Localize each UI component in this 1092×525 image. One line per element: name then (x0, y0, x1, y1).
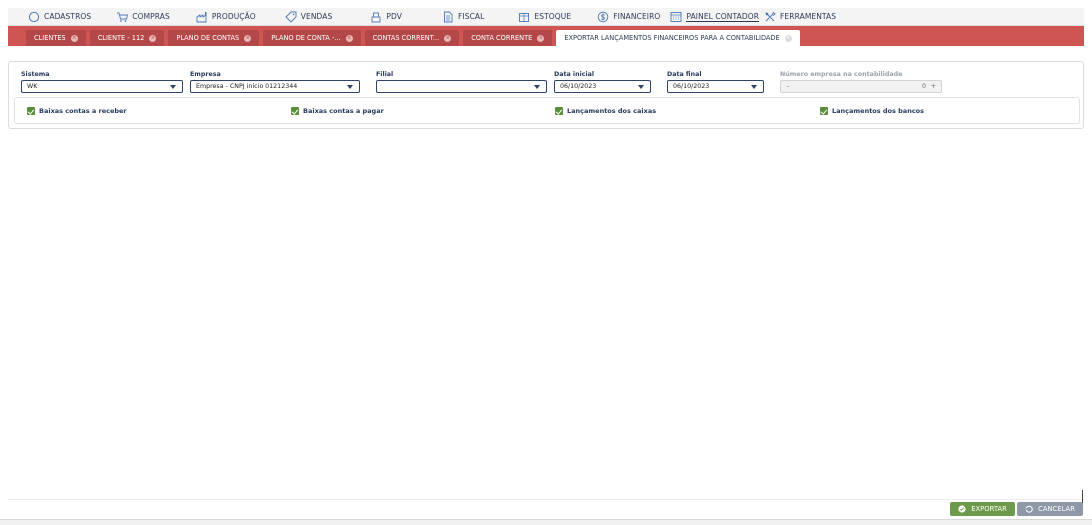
menu-item-vendas[interactable]: VENDAS (285, 8, 333, 26)
document-icon (442, 11, 454, 23)
pos-icon (370, 11, 382, 23)
menu-item-compras[interactable]: COMPRAS (116, 8, 170, 26)
menu-item-financeiro[interactable]: FINANCEIRO (597, 8, 660, 26)
sistema-select[interactable]: WK (21, 80, 183, 93)
checkbox-checked-icon[interactable] (555, 107, 563, 115)
checkbox-checked-icon[interactable] (820, 107, 828, 115)
checkbox-checked-icon[interactable] (291, 107, 299, 115)
status-strip (0, 519, 1092, 525)
tab-contas-correntes[interactable]: CONTAS CORRENT... × (364, 30, 460, 46)
undo-icon (1025, 505, 1033, 513)
circle-icon (28, 11, 40, 23)
data-inicial-label: Data inicial (554, 71, 595, 78)
chevron-down-icon (534, 85, 540, 89)
empresa-label: Empresa (190, 71, 221, 78)
menu-item-pdv[interactable]: PDV (370, 8, 402, 26)
menu-item-producao[interactable]: PRODUÇÃO (196, 8, 256, 26)
chevron-down-icon (347, 85, 353, 89)
chevron-down-icon (638, 85, 644, 89)
sistema-label: Sistema (21, 71, 50, 78)
data-final-field: Data final 06/10/2023 (667, 71, 764, 93)
filial-field: Filial (376, 71, 547, 93)
check-lancamentos-bancos[interactable]: Lançamentos dos bancos (820, 107, 924, 115)
filial-label: Filial (376, 71, 394, 78)
sistema-field: Sistema WK (21, 71, 183, 93)
data-inicial-input[interactable]: 06/10/2023 (554, 80, 651, 93)
factory-icon (196, 11, 208, 23)
close-icon[interactable]: × (70, 34, 78, 42)
menu-item-cadastros[interactable]: CADASTROS (28, 8, 91, 26)
export-button[interactable]: EXPORTAR (950, 502, 1015, 516)
data-final-label: Data final (667, 71, 702, 78)
empresa-field: Empresa Empresa - CNPJ início 01212344 (190, 71, 360, 93)
export-form-panel: Sistema WK Empresa Empresa - CNPJ início… (8, 61, 1084, 129)
cart-icon (116, 11, 129, 23)
tools-icon (764, 11, 776, 23)
close-icon[interactable]: × (537, 34, 545, 42)
cancel-button[interactable]: CANCELAR (1017, 502, 1083, 516)
tab-cliente-112[interactable]: CLIENTE - 112 × (89, 30, 165, 46)
close-icon[interactable]: × (149, 34, 157, 42)
decrement-button[interactable]: - (787, 81, 789, 92)
numero-empresa-value: 0 (921, 83, 926, 90)
check-lancamentos-caixas[interactable]: Lançamentos dos caixas (555, 107, 656, 115)
close-icon[interactable]: × (784, 34, 792, 42)
numero-empresa-field: Número empresa na contabilidade - 0 + (780, 71, 942, 93)
check-circle-icon (958, 505, 966, 513)
close-icon[interactable]: × (444, 34, 452, 42)
box-icon (518, 11, 530, 23)
tag-icon (285, 11, 297, 23)
close-icon[interactable]: × (345, 34, 353, 42)
tab-exportar-lancamentos[interactable]: EXPORTAR LANÇAMENTOS FINANCEIROS PARA A … (556, 30, 800, 46)
numero-empresa-label: Número empresa na contabilidade (780, 71, 903, 78)
data-final-input[interactable]: 06/10/2023 (667, 80, 764, 93)
increment-button[interactable]: + (931, 81, 936, 92)
tab-conta-corrente[interactable]: CONTA CORRENTE × (463, 30, 553, 46)
check-baixas-receber[interactable]: Baixas contas a receber (27, 107, 127, 115)
calculator-icon (670, 11, 682, 23)
menu-item-fiscal[interactable]: FISCAL (442, 8, 484, 26)
filial-select[interactable] (376, 80, 547, 93)
tab-bar: CLIENTES × CLIENTE - 112 × PLANO DE CONTAS… (8, 26, 1084, 46)
dollar-icon (597, 11, 609, 23)
options-row: Baixas contas a receber Baixas contas a … (14, 97, 1080, 124)
tab-plano-de-conta[interactable]: PLANO DE CONTA -... × (263, 30, 361, 46)
data-inicial-field: Data inicial 06/10/2023 (554, 71, 651, 93)
tab-plano-de-contas[interactable]: PLANO DE CONTAS × (168, 30, 260, 46)
checkbox-checked-icon[interactable] (27, 107, 35, 115)
empresa-select[interactable]: Empresa - CNPJ início 01212344 (190, 80, 360, 93)
main-menu: CADASTROS COMPRAS PRODUÇÃO VENDAS PDV FI… (8, 8, 1084, 26)
numero-empresa-stepper[interactable]: - 0 + (780, 80, 942, 93)
check-baixas-pagar[interactable]: Baixas contas a pagar (291, 107, 384, 115)
close-icon[interactable]: × (244, 34, 252, 42)
footer-divider (8, 499, 1084, 500)
chevron-down-icon (751, 85, 757, 89)
tab-clientes[interactable]: CLIENTES × (26, 30, 86, 46)
chevron-down-icon (170, 85, 176, 89)
menu-item-estoque[interactable]: ESTOQUE (518, 8, 571, 26)
menu-item-painel-contador[interactable]: PAINEL CONTADOR (670, 8, 760, 26)
menu-item-ferramentas[interactable]: FERRAMENTAS (764, 8, 836, 26)
